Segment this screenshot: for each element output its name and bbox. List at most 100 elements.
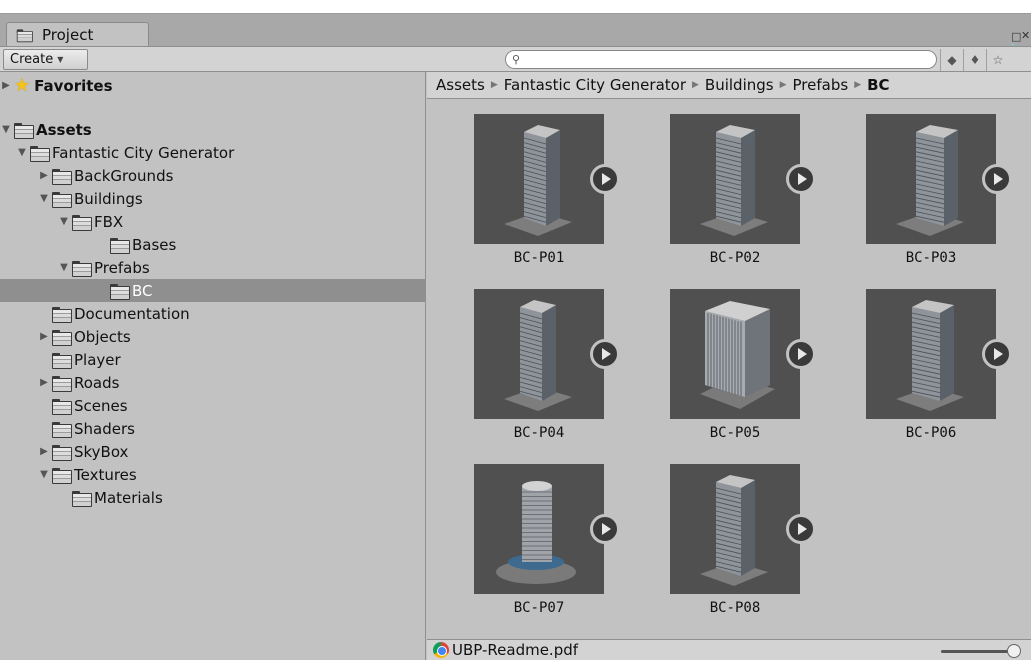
status-bar: UBP-Readme.pdf: [427, 639, 1031, 660]
asset-tile-bc-p07[interactable]: BC-P07: [474, 464, 624, 616]
asset-tile-bc-p03[interactable]: BC-P03: [866, 114, 1016, 266]
tree-item-skybox[interactable]: ▶ SkyBox: [0, 440, 425, 463]
asset-thumbnail[interactable]: [670, 289, 816, 419]
tab-project[interactable]: Project: [6, 22, 149, 46]
asset-tile-bc-p04[interactable]: BC-P04: [474, 289, 624, 441]
folder-icon: [52, 191, 72, 208]
search-icon: ⚲: [512, 53, 521, 66]
tree-label: Shaders: [74, 419, 135, 438]
expand-arrow-icon[interactable]: ▶: [38, 446, 50, 457]
asset-tile-bc-p01[interactable]: BC-P01: [474, 114, 624, 266]
tree-item-prefabs[interactable]: ▼ Prefabs: [0, 256, 425, 279]
search-field[interactable]: ⚲: [505, 50, 937, 69]
filter-by-label-icon[interactable]: ♦: [963, 49, 986, 71]
play-preview-icon[interactable]: [982, 164, 1012, 194]
collapse-arrow-icon[interactable]: ▼: [16, 147, 28, 158]
play-preview-icon[interactable]: [590, 514, 620, 544]
tree-item-materials[interactable]: Materials: [0, 486, 425, 509]
tree-item-fbx[interactable]: ▼ FBX: [0, 210, 425, 233]
asset-thumbnail[interactable]: [670, 464, 816, 594]
asset-tile-bc-p08[interactable]: BC-P08: [670, 464, 820, 616]
dropdown-arrow-icon: ▼: [57, 55, 64, 64]
collapse-arrow-icon[interactable]: ▼: [58, 262, 70, 273]
collapse-arrow-icon[interactable]: ▼: [38, 469, 50, 480]
tree-item-roads[interactable]: ▶ Roads: [0, 371, 425, 394]
asset-name: BC-P01: [513, 250, 565, 266]
tree-label: BC: [132, 281, 153, 300]
maximize-icon[interactable]: □: [1011, 30, 1021, 43]
asset-tile-bc-p06[interactable]: BC-P06: [866, 289, 1016, 441]
asset-name: BC-P03: [905, 250, 957, 266]
asset-browser-panel: Assets ▶ Fantastic City Generator ▶ Buil…: [427, 72, 1031, 660]
breadcrumb-item[interactable]: Buildings: [705, 76, 774, 94]
filter-by-type-icon[interactable]: ◆: [940, 49, 963, 71]
tree-item-bases[interactable]: Bases: [0, 233, 425, 256]
tree-item-favorites[interactable]: ▶ ★ Favorites: [0, 74, 425, 97]
tree-item-assets[interactable]: ▼ Assets: [0, 118, 425, 141]
play-preview-icon[interactable]: [786, 514, 816, 544]
breadcrumb-item[interactable]: Fantastic City Generator: [504, 76, 686, 94]
asset-thumbnail[interactable]: [474, 289, 620, 419]
slider-knob[interactable]: [1007, 644, 1021, 658]
asset-thumbnail[interactable]: [670, 114, 816, 244]
tree-item-player[interactable]: Player: [0, 348, 425, 371]
asset-thumbnail[interactable]: [474, 464, 620, 594]
thumbnail-size-slider[interactable]: [941, 644, 1021, 658]
tree-label: Favorites: [34, 76, 113, 95]
asset-name: BC-P02: [709, 250, 761, 266]
tree-item-objects[interactable]: ▶ Objects: [0, 325, 425, 348]
breadcrumb-separator-icon: ▶: [490, 80, 498, 90]
folder-icon: [110, 237, 130, 254]
tree-item-textures[interactable]: ▼ Textures: [0, 463, 425, 486]
tree-item-buildings[interactable]: ▼ Buildings: [0, 187, 425, 210]
asset-tile-bc-p02[interactable]: BC-P02: [670, 114, 820, 266]
folder-icon: [72, 260, 92, 277]
tree-item-fantastic-city-generator[interactable]: ▼ Fantastic City Generator: [0, 141, 425, 164]
tree-item-documentation[interactable]: Documentation: [0, 302, 425, 325]
tree-label: BackGrounds: [74, 166, 174, 185]
folder-icon: [72, 490, 92, 507]
breadcrumb-separator-icon: ▶: [854, 80, 862, 90]
tree-item-scenes[interactable]: Scenes: [0, 394, 425, 417]
tree-item-bc[interactable]: BC: [0, 279, 425, 302]
building-preview: [896, 125, 964, 236]
folder-icon: [14, 122, 34, 139]
breadcrumb-item[interactable]: Assets: [436, 76, 485, 94]
play-preview-icon[interactable]: [590, 339, 620, 369]
tree-label: Documentation: [74, 304, 190, 323]
play-preview-icon[interactable]: [590, 164, 620, 194]
play-preview-icon[interactable]: [786, 164, 816, 194]
building-preview: [496, 481, 576, 584]
breadcrumb-current[interactable]: BC: [867, 76, 889, 94]
asset-thumbnail[interactable]: [866, 114, 1012, 244]
play-preview-icon[interactable]: [982, 339, 1012, 369]
folder-icon: [52, 168, 72, 185]
tab-label: Project: [42, 25, 94, 44]
close-icon[interactable]: ✕: [1021, 29, 1030, 42]
asset-thumbnail[interactable]: [866, 289, 1012, 419]
expand-arrow-icon[interactable]: ▶: [0, 80, 12, 91]
breadcrumb-separator-icon: ▶: [779, 80, 787, 90]
building-preview: [700, 301, 775, 409]
collapse-arrow-icon[interactable]: ▼: [38, 193, 50, 204]
tree-label: Player: [74, 350, 121, 369]
play-preview-icon[interactable]: [786, 339, 816, 369]
breadcrumb: Assets ▶ Fantastic City Generator ▶ Buil…: [427, 72, 1031, 99]
collapse-arrow-icon[interactable]: ▼: [0, 124, 12, 135]
tree-label: Bases: [132, 235, 177, 254]
expand-arrow-icon[interactable]: ▶: [38, 331, 50, 342]
tree-item-backgrounds[interactable]: ▶ BackGrounds: [0, 164, 425, 187]
tree-item-shaders[interactable]: Shaders: [0, 417, 425, 440]
breadcrumb-item[interactable]: Prefabs: [793, 76, 849, 94]
building-preview: [896, 300, 964, 411]
favorite-star-icon[interactable]: ☆: [986, 49, 1009, 71]
asset-tile-bc-p05[interactable]: BC-P05: [670, 289, 820, 441]
expand-arrow-icon[interactable]: ▶: [38, 170, 50, 181]
collapse-arrow-icon[interactable]: ▼: [58, 216, 70, 227]
chrome-pdf-icon: [433, 642, 449, 658]
asset-thumbnail[interactable]: [474, 114, 620, 244]
create-button[interactable]: Create ▼: [3, 49, 88, 70]
toolbar-icons: ◆ ♦ ☆: [940, 49, 1009, 71]
search-input[interactable]: [523, 52, 936, 67]
expand-arrow-icon[interactable]: ▶: [38, 377, 50, 388]
